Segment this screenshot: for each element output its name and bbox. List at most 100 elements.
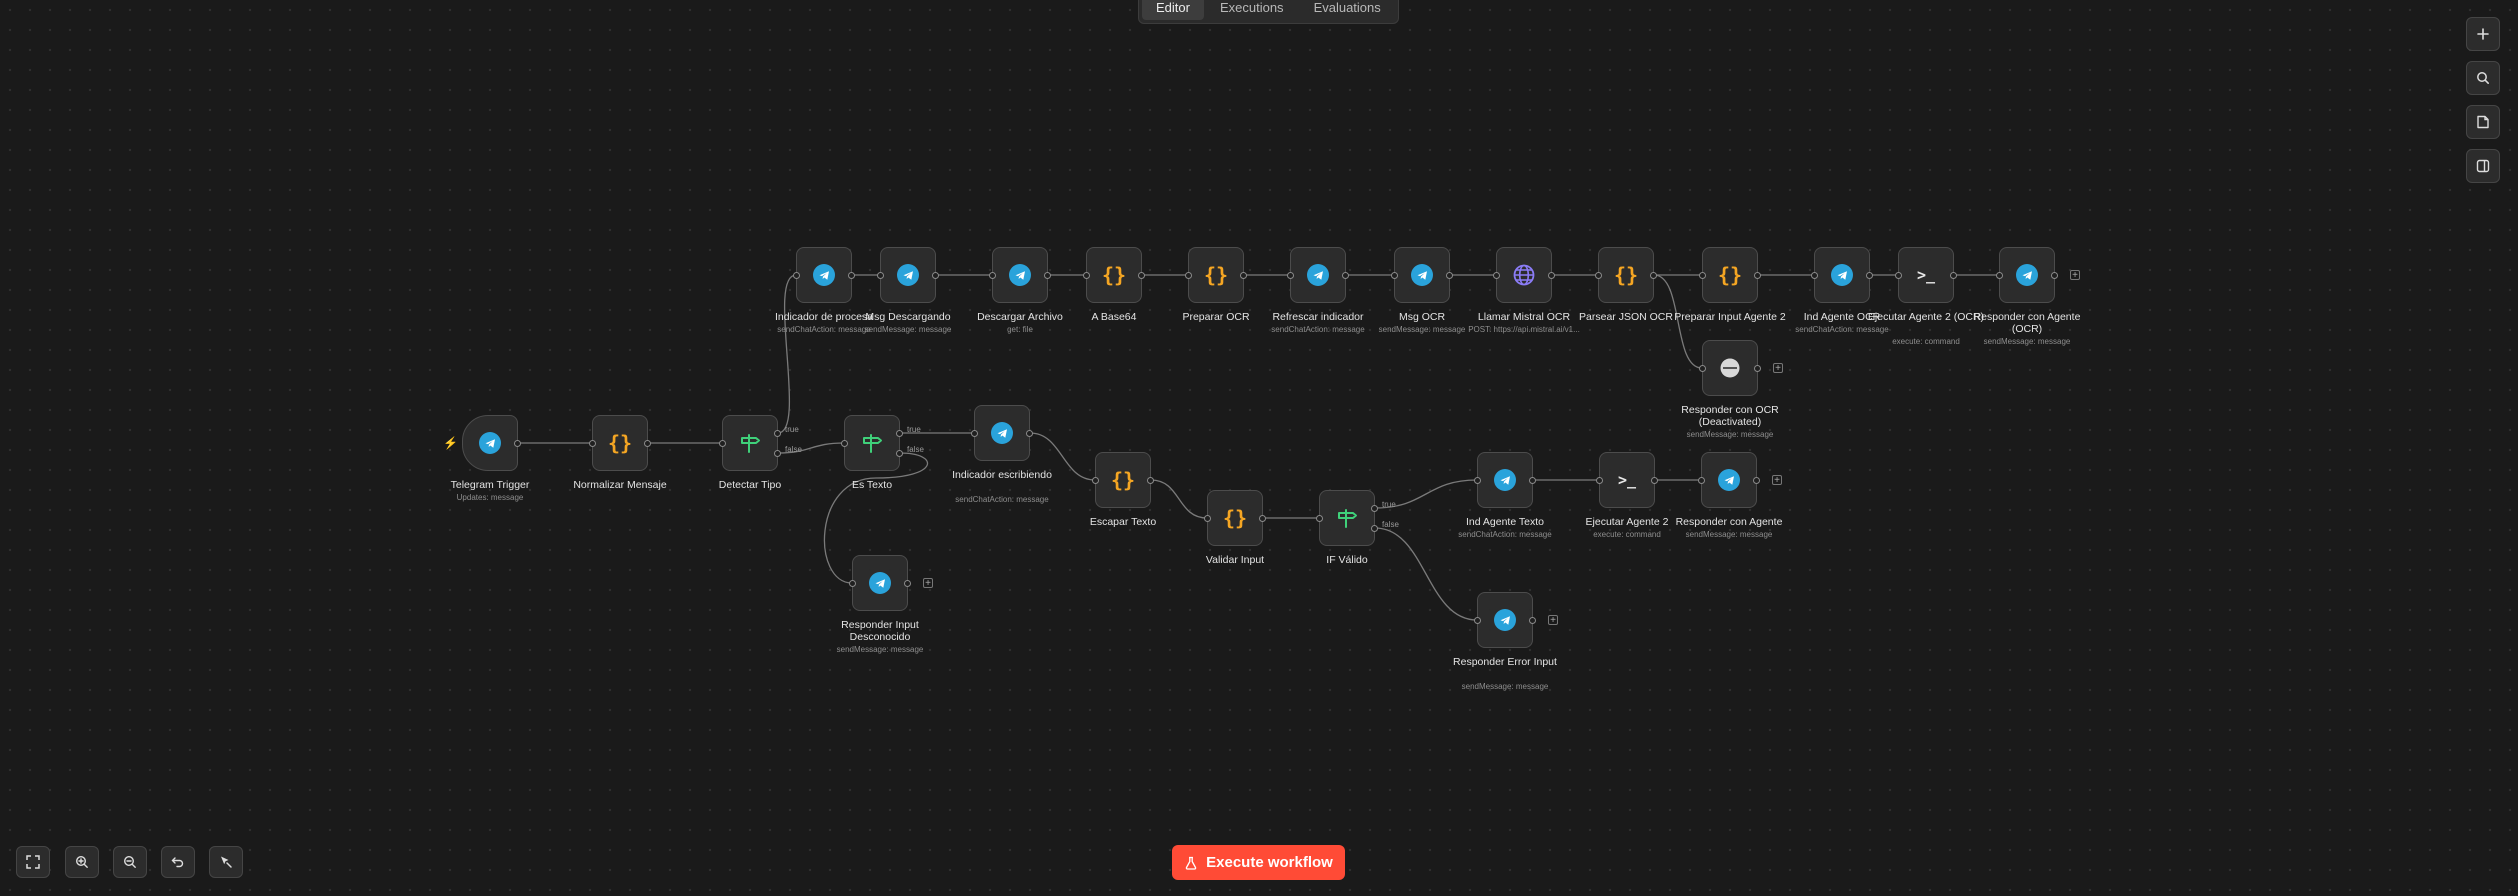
output-port[interactable]: [932, 272, 939, 279]
node-prep-a2[interactable]: {}: [1699, 247, 1761, 303]
input-port[interactable]: [1596, 477, 1603, 484]
false-output-port[interactable]: [896, 450, 903, 457]
node-resp-ocr[interactable]: +: [1996, 247, 2080, 303]
zoom-out-button[interactable]: [113, 846, 147, 878]
input-port[interactable]: [1895, 272, 1902, 279]
true-output-port[interactable]: [1371, 505, 1378, 512]
input-port[interactable]: [1595, 272, 1602, 279]
input-port[interactable]: [1185, 272, 1192, 279]
output-port[interactable]: [904, 580, 911, 587]
input-port[interactable]: [971, 430, 978, 437]
output-port[interactable]: [1529, 617, 1536, 624]
output-port[interactable]: [1753, 477, 1760, 484]
output-port[interactable]: [2051, 272, 2058, 279]
add-node-button[interactable]: [2466, 17, 2500, 51]
node-resp-desc[interactable]: +: [849, 555, 933, 611]
node-llamar[interactable]: [1493, 247, 1555, 303]
undo-button[interactable]: [161, 846, 195, 878]
input-port[interactable]: [1092, 477, 1099, 484]
node-resp-error[interactable]: +: [1474, 592, 1558, 648]
false-output-port[interactable]: [1371, 525, 1378, 532]
output-port[interactable]: [1026, 430, 1033, 437]
input-port[interactable]: [1493, 272, 1500, 279]
output-port[interactable]: [1342, 272, 1349, 279]
output-port[interactable]: [1651, 477, 1658, 484]
node-if-valido[interactable]: true false: [1316, 490, 1399, 546]
node-es-texto[interactable]: true false: [841, 415, 924, 471]
fit-view-button[interactable]: [16, 846, 50, 878]
tab-editor[interactable]: Editor: [1142, 0, 1204, 20]
false-output-port[interactable]: [774, 450, 781, 457]
input-port[interactable]: [1287, 272, 1294, 279]
node-prep-ocr[interactable]: {}: [1185, 247, 1247, 303]
add-sticky-button[interactable]: [2466, 105, 2500, 139]
input-port[interactable]: [1204, 515, 1211, 522]
node-trigger[interactable]: [462, 415, 521, 471]
execute-workflow-button[interactable]: Execute workflow: [1172, 845, 1345, 880]
node-resp-ocr-deact[interactable]: +: [1699, 340, 1783, 396]
output-port[interactable]: [644, 440, 651, 447]
true-output-port[interactable]: [896, 430, 903, 437]
node-ind-texto[interactable]: [1474, 452, 1536, 508]
input-port[interactable]: [1811, 272, 1818, 279]
input-port[interactable]: [1996, 272, 2003, 279]
node-msg-desc[interactable]: [877, 247, 939, 303]
input-port[interactable]: [1474, 477, 1481, 484]
node-resp-agente[interactable]: +: [1698, 452, 1782, 508]
output-port[interactable]: [1754, 365, 1761, 372]
node-ejec-a2[interactable]: >_: [1596, 452, 1658, 508]
output-port[interactable]: [1548, 272, 1555, 279]
input-port[interactable]: [1083, 272, 1090, 279]
node-validar[interactable]: {}: [1204, 490, 1266, 546]
true-output-port[interactable]: [774, 430, 781, 437]
toggle-panel-button[interactable]: [2466, 149, 2500, 183]
input-port[interactable]: [793, 272, 800, 279]
node-detectar[interactable]: true false: [719, 415, 802, 471]
connection-if-valido-to-resp-error[interactable]: [1374, 527, 1478, 621]
node-ind-escr[interactable]: [971, 405, 1033, 461]
node-msg-ocr[interactable]: [1391, 247, 1453, 303]
add-next-node-button[interactable]: +: [923, 578, 933, 589]
output-port[interactable]: [1138, 272, 1145, 279]
node-refr[interactable]: [1287, 247, 1349, 303]
tidy-up-button[interactable]: [209, 846, 243, 878]
input-port[interactable]: [1316, 515, 1323, 522]
add-next-node-button[interactable]: +: [1548, 615, 1558, 626]
zoom-in-button[interactable]: [65, 846, 99, 878]
node-ejec-ocr[interactable]: >_: [1895, 247, 1957, 303]
node-normalizar[interactable]: {}: [589, 415, 651, 471]
output-port[interactable]: [1529, 477, 1536, 484]
connection-escapar-to-validar[interactable]: [1150, 479, 1208, 519]
tab-executions[interactable]: Executions: [1206, 0, 1298, 20]
input-port[interactable]: [1699, 365, 1706, 372]
node-escapar[interactable]: {}: [1092, 452, 1154, 508]
output-port[interactable]: [1650, 272, 1657, 279]
output-port[interactable]: [1259, 515, 1266, 522]
input-port[interactable]: [1474, 617, 1481, 624]
add-next-node-button[interactable]: +: [1772, 475, 1782, 486]
connection-detectar-to-ind-proc[interactable]: [777, 274, 797, 434]
input-port[interactable]: [989, 272, 996, 279]
output-port[interactable]: [1240, 272, 1247, 279]
output-port[interactable]: [1950, 272, 1957, 279]
input-port[interactable]: [849, 580, 856, 587]
output-port[interactable]: [514, 440, 521, 447]
output-port[interactable]: [848, 272, 855, 279]
add-next-node-button[interactable]: +: [2070, 270, 2080, 281]
node-parsear[interactable]: {}: [1595, 247, 1657, 303]
output-port[interactable]: [1044, 272, 1051, 279]
input-port[interactable]: [1391, 272, 1398, 279]
input-port[interactable]: [589, 440, 596, 447]
input-port[interactable]: [719, 440, 726, 447]
tab-evaluations[interactable]: Evaluations: [1300, 0, 1395, 20]
node-ind-ocr[interactable]: [1811, 247, 1873, 303]
input-port[interactable]: [1698, 477, 1705, 484]
node-a-b64[interactable]: {}: [1083, 247, 1145, 303]
output-port[interactable]: [1866, 272, 1873, 279]
input-port[interactable]: [1699, 272, 1706, 279]
search-nodes-button[interactable]: [2466, 61, 2500, 95]
node-desc-arch[interactable]: [989, 247, 1051, 303]
add-next-node-button[interactable]: +: [1773, 363, 1783, 374]
input-port[interactable]: [877, 272, 884, 279]
node-ind-proc[interactable]: [793, 247, 855, 303]
